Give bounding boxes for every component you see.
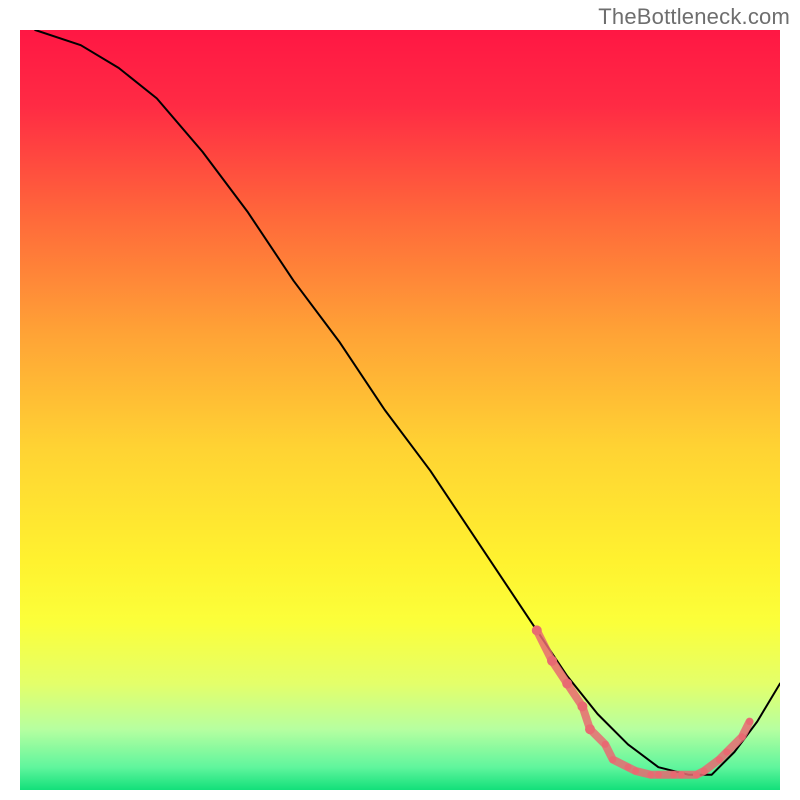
watermark-text: TheBottleneck.com — [598, 4, 790, 30]
optimal-marker — [585, 724, 595, 734]
chart-svg — [20, 30, 780, 790]
optimal-marker — [532, 625, 542, 635]
optimal-marker — [746, 718, 753, 725]
optimal-marker — [723, 749, 730, 756]
optimal-marker — [609, 756, 616, 763]
optimal-marker — [577, 701, 587, 711]
optimal-marker — [716, 756, 723, 763]
optimal-marker — [625, 764, 632, 771]
plot-area — [20, 30, 780, 790]
optimal-marker — [562, 679, 572, 689]
optimal-marker — [632, 768, 639, 775]
optimal-marker — [701, 768, 708, 775]
optimal-marker — [647, 771, 654, 778]
optimal-marker — [678, 771, 685, 778]
optimal-marker — [693, 771, 700, 778]
optimal-marker — [547, 656, 557, 666]
gradient-background — [20, 30, 780, 790]
optimal-marker — [739, 733, 746, 740]
optimal-marker — [670, 771, 677, 778]
chart-frame: TheBottleneck.com — [0, 0, 800, 800]
optimal-marker — [602, 741, 609, 748]
optimal-marker — [655, 771, 662, 778]
